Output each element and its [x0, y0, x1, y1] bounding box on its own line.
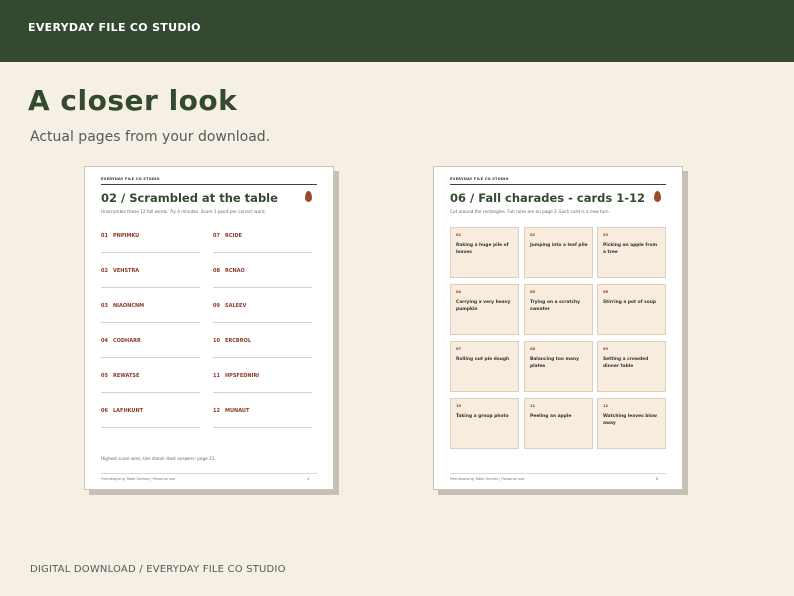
charade-card: 09 Setting a crowded dinner table	[597, 341, 666, 392]
word-item: 07 RCIDE	[213, 233, 312, 253]
preview-divider	[450, 184, 666, 185]
preview-subtitle: Cut around the rectangles. Full rules ar…	[450, 209, 610, 214]
word-item: 12 MUNAUT	[213, 408, 312, 428]
preview-brand: EVERYDAY FILE CO STUDIO	[101, 177, 160, 181]
word-item: 10 ERCBROL	[213, 338, 312, 358]
charade-card: 02 Jumping into a leaf pile	[524, 227, 593, 278]
preview-brand: EVERYDAY FILE CO STUDIO	[450, 177, 509, 181]
page-title: A closer look	[28, 84, 238, 117]
preview-footer-divider	[101, 473, 317, 474]
preview-subtitle: Unscramble these 12 fall words. Try 4 mi…	[101, 209, 266, 214]
brand-name: EVERYDAY FILE CO STUDIO	[28, 21, 201, 34]
preview-footer-divider	[450, 473, 666, 474]
preview-divider	[101, 184, 317, 185]
word-item: 08 RCNAO	[213, 268, 312, 288]
charade-card: 10 Taking a group photo	[450, 398, 519, 449]
page-subtitle: Actual pages from your download.	[30, 129, 271, 145]
charade-card: 04 Carrying a very heavy pumpkin	[450, 284, 519, 335]
charade-card: 11 Peeling an apple	[524, 398, 593, 449]
charade-card: 01 Raking a huge pile of leaves	[450, 227, 519, 278]
leaf-icon	[654, 191, 661, 202]
preview-title: 06 / Fall charades - cards 1-12	[450, 191, 646, 205]
charade-card: 12 Watching leaves blow away	[597, 398, 666, 449]
preview-footer: Friendsgiving Table Games | Personal use	[450, 477, 525, 481]
word-item: 03 NIAONCNM	[101, 303, 200, 323]
charade-card: 08 Balancing too many plates	[524, 341, 593, 392]
word-item: 04 CODHARR	[101, 338, 200, 358]
word-item: 06 LAFHKUNT	[101, 408, 200, 428]
charade-card: 07 Rolling out pie dough	[450, 341, 519, 392]
preview-footer: Friendsgiving Table Games | Personal use	[101, 477, 176, 481]
word-item: 09 SALEEV	[213, 303, 312, 323]
charade-card: 03 Picking an apple from a tree	[597, 227, 666, 278]
preview-page-number: 8	[656, 477, 659, 481]
top-bar: EVERYDAY FILE CO STUDIO	[0, 0, 794, 62]
preview-page-number: 4	[307, 477, 310, 481]
preview-page-scrambled: EVERYDAY FILE CO STUDIO 02 / Scrambled a…	[84, 166, 334, 490]
charade-card: 06 Stirring a pot of soup	[597, 284, 666, 335]
word-item: 05 REWATSE	[101, 373, 200, 393]
preview-page-charades: EVERYDAY FILE CO STUDIO 06 / Fall charad…	[433, 166, 683, 490]
word-item: 01 PNPIMKU	[101, 233, 200, 253]
charade-card: 05 Trying on a scratchy sweater	[524, 284, 593, 335]
word-item: 02 VEHSTRA	[101, 268, 200, 288]
word-item: 11 HPSFEDNIRI	[213, 373, 312, 393]
preview-title: 02 / Scrambled at the table	[101, 191, 278, 205]
preview-note: Highest score wins; ties stand. Host ans…	[101, 456, 216, 461]
leaf-icon	[305, 191, 312, 202]
footer-text: DIGITAL DOWNLOAD / EVERYDAY FILE CO STUD…	[30, 564, 286, 575]
